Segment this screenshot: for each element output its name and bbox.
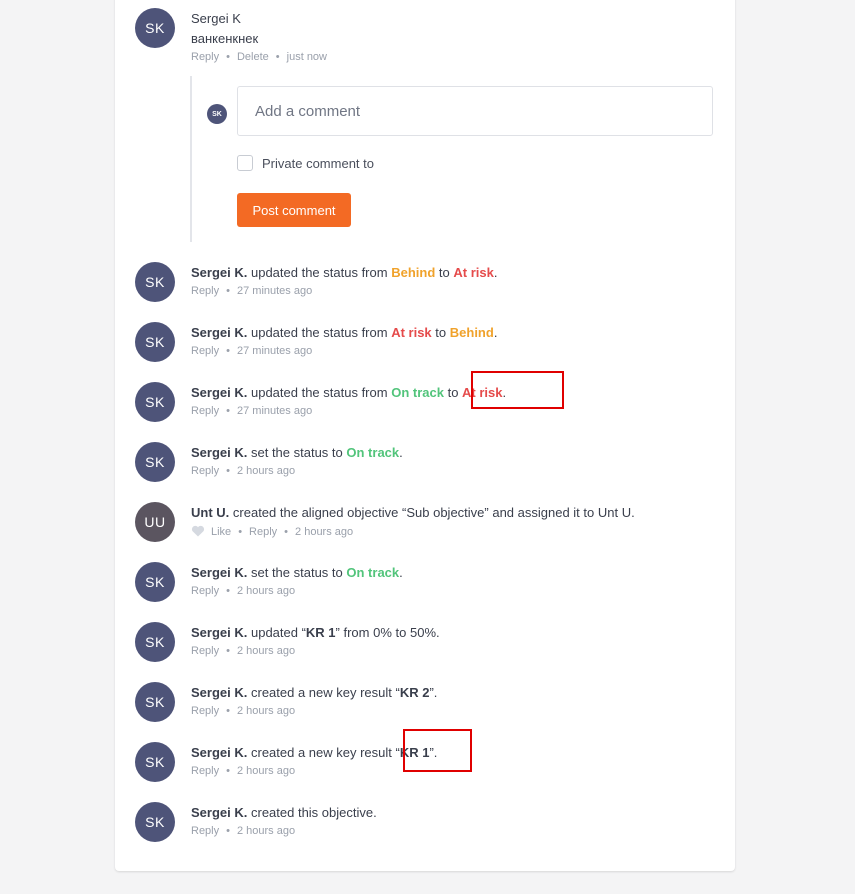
delete-link[interactable]: Delete — [237, 51, 269, 63]
highlight-box — [471, 371, 564, 409]
activity-text: Unt U. created the aligned objective “Su… — [191, 505, 635, 520]
timestamp: 2 hours ago — [236, 465, 296, 477]
comment-input-placeholder: Add a comment — [255, 102, 361, 120]
reply-link[interactable]: Reply — [191, 405, 219, 417]
status-label: Behind — [449, 325, 494, 340]
timestamp: 27 minutes ago — [236, 345, 313, 357]
reply-link[interactable]: Reply — [191, 825, 219, 837]
post-comment-button[interactable]: Post comment — [237, 193, 351, 227]
activity-meta: Reply • 2 hours ago — [191, 585, 296, 597]
activity-meta: Reply • 2 hours ago — [191, 825, 296, 837]
avatar: UU — [135, 502, 175, 542]
activity-meta: Reply • 27 minutes ago — [191, 345, 313, 357]
activity-meta: Reply • 2 hours ago — [191, 705, 296, 717]
activity-text: Sergei K. updated “KR 1” from 0% to 50%. — [191, 625, 440, 640]
status-label: At risk — [453, 265, 494, 280]
activity-text: Sergei K. created a new key result “KR 2… — [191, 685, 438, 700]
highlight-box — [403, 729, 472, 772]
reply-link[interactable]: Reply — [191, 705, 219, 717]
status-label: On track — [346, 445, 400, 460]
reply-link[interactable]: Reply — [191, 345, 219, 357]
reply-link[interactable]: Reply — [249, 526, 277, 538]
activity-text: Sergei K. updated the status from Behind… — [191, 265, 498, 280]
activity-text: Sergei K. created this objective. — [191, 805, 377, 820]
reply-link[interactable]: Reply — [191, 765, 219, 777]
comment-text: ванкенкнек — [191, 31, 259, 46]
avatar: SK — [135, 382, 175, 422]
reply-link[interactable]: Reply — [191, 465, 219, 477]
private-comment-label: Private comment to — [262, 156, 374, 171]
thread-divider — [190, 76, 192, 242]
status-label: Behind — [391, 265, 436, 280]
avatar: SK — [135, 262, 175, 302]
status-label: On track — [346, 565, 400, 580]
activity-text: Sergei K. set the status to On track. — [191, 445, 403, 460]
comment-input[interactable]: Add a comment — [237, 86, 713, 136]
reply-link[interactable]: Reply — [191, 285, 219, 297]
comment-meta: Reply • Delete • just now — [191, 51, 327, 63]
avatar: SK — [135, 442, 175, 482]
timestamp: 2 hours ago — [236, 705, 296, 717]
activity-meta: Like • Reply • 2 hours ago — [191, 525, 353, 538]
activity-meta: Reply • 27 minutes ago — [191, 405, 313, 417]
activity-text: Sergei K. updated the status from At ris… — [191, 325, 498, 340]
avatar: SK — [135, 622, 175, 662]
reply-link[interactable]: Reply — [191, 51, 219, 63]
activity-text: Sergei K. set the status to On track. — [191, 565, 403, 580]
activity-meta: Reply • 2 hours ago — [191, 765, 296, 777]
avatar: SK — [135, 682, 175, 722]
reply-link[interactable]: Reply — [191, 645, 219, 657]
avatar: SK — [135, 742, 175, 782]
activity-meta: Reply • 27 minutes ago — [191, 285, 313, 297]
like-button[interactable]: Like — [191, 525, 231, 538]
timestamp: 2 hours ago — [236, 645, 296, 657]
timestamp: 2 hours ago — [236, 825, 296, 837]
avatar: SK — [207, 104, 227, 124]
avatar: SK — [135, 802, 175, 842]
activity-meta: Reply • 2 hours ago — [191, 465, 296, 477]
avatar: SK — [135, 562, 175, 602]
timestamp: just now — [286, 51, 327, 63]
status-label: On track — [391, 385, 444, 400]
private-comment-checkbox[interactable] — [237, 155, 253, 171]
avatar: SK — [135, 8, 175, 48]
activity-meta: Reply • 2 hours ago — [191, 645, 296, 657]
timestamp: 2 hours ago — [236, 585, 296, 597]
timestamp: 2 hours ago — [295, 526, 354, 538]
heart-icon — [191, 525, 205, 537]
avatar: SK — [135, 322, 175, 362]
timestamp: 27 minutes ago — [236, 405, 313, 417]
timestamp: 27 minutes ago — [236, 285, 313, 297]
activity-text: Sergei K. updated the status from On tra… — [191, 385, 507, 400]
timestamp: 2 hours ago — [236, 765, 296, 777]
activity-text: Sergei K. created a new key result “KR 1… — [191, 745, 438, 760]
status-label: At risk — [391, 325, 432, 340]
reply-link[interactable]: Reply — [191, 585, 219, 597]
comment-author: Sergei K — [191, 11, 241, 26]
